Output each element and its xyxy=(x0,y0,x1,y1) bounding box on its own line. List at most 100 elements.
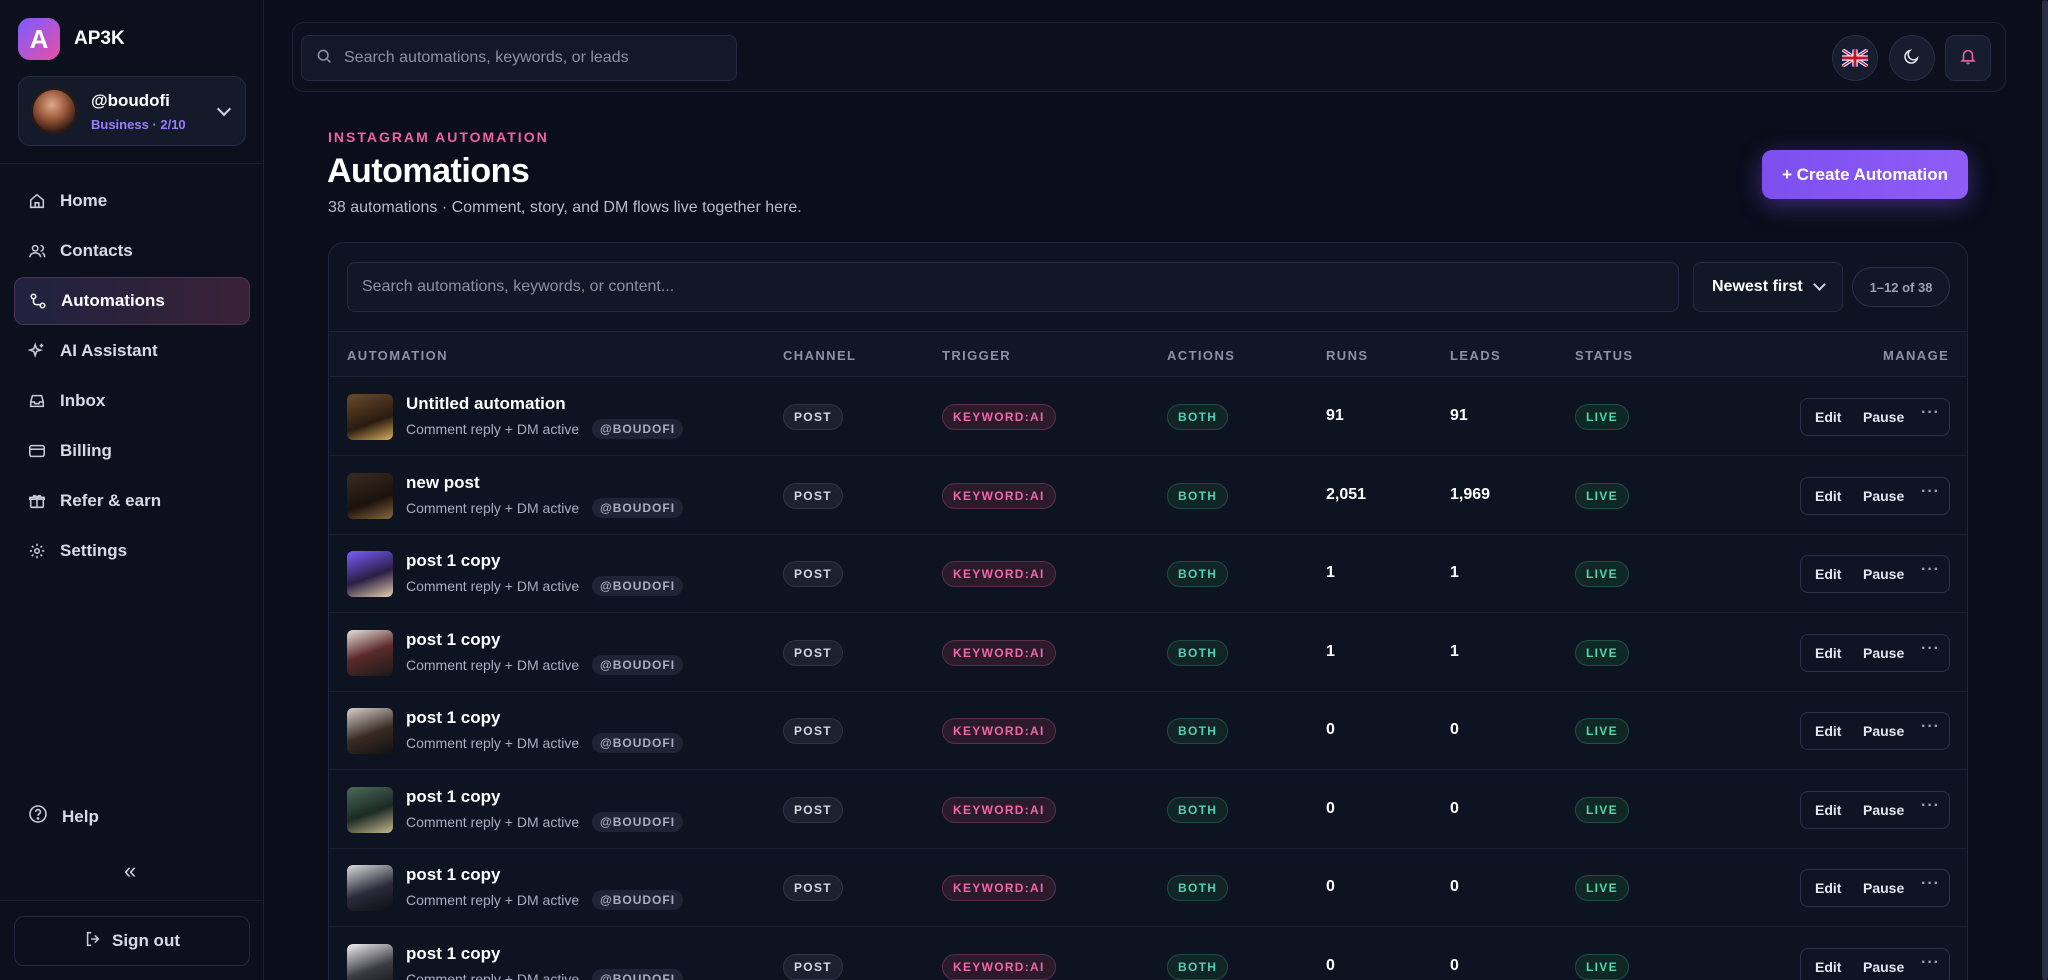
billing-icon xyxy=(28,442,46,460)
sidebar-item-billing[interactable]: Billing xyxy=(14,427,250,475)
help-icon xyxy=(28,804,48,829)
table-row[interactable]: new post Comment reply + DM active @BOUDOF… xyxy=(329,457,1967,535)
edit-button[interactable]: Edit xyxy=(1815,802,1841,818)
status-badge: LIVE xyxy=(1575,875,1629,901)
pause-button[interactable]: Pause xyxy=(1863,802,1904,818)
actions-badge: BOTH xyxy=(1167,482,1229,509)
table-row[interactable]: Untitled automation Comment reply + DM ac… xyxy=(329,378,1967,456)
account-handle-badge: @BOUDOFI xyxy=(592,497,684,518)
automation-description: Comment reply + DM active xyxy=(406,735,580,751)
sort-select[interactable]: Newest first xyxy=(1693,262,1843,312)
more-options-icon[interactable]: ··· xyxy=(1921,640,1940,658)
notifications-button[interactable] xyxy=(1945,35,1991,81)
pause-button[interactable]: Pause xyxy=(1863,488,1904,504)
automation-description: Comment reply + DM active xyxy=(406,421,580,437)
table-row[interactable]: post 1 copy Comment reply + DM active @BOU… xyxy=(329,928,1967,980)
table-row[interactable]: post 1 copy Comment reply + DM active @BOU… xyxy=(329,849,1967,927)
brand-logo: A xyxy=(18,18,60,60)
account-switcher[interactable]: @boudofi Business · 2/10 xyxy=(18,76,246,146)
automation-name[interactable]: post 1 copy xyxy=(406,865,500,885)
sidebar-item-contacts[interactable]: Contacts xyxy=(14,227,250,275)
runs-count: 1 xyxy=(1326,564,1335,581)
automation-name[interactable]: post 1 copy xyxy=(406,551,500,571)
list-search[interactable] xyxy=(347,262,1679,312)
sidebar-item-ai-assistant[interactable]: AI Assistant xyxy=(14,327,250,375)
scrollbar-thumb[interactable] xyxy=(2042,0,2048,980)
global-search-input[interactable] xyxy=(344,49,722,67)
edit-button[interactable]: Edit xyxy=(1815,645,1841,661)
edit-button[interactable]: Edit xyxy=(1815,488,1841,504)
post-thumbnail xyxy=(347,786,393,833)
automation-name[interactable]: Untitled automation xyxy=(406,394,566,414)
leads-count: 1,969 xyxy=(1450,485,1491,503)
automation-name[interactable]: post 1 copy xyxy=(406,944,500,964)
pause-button[interactable]: Pause xyxy=(1863,959,1904,975)
more-options-icon[interactable]: ··· xyxy=(1921,561,1940,579)
pause-button[interactable]: Pause xyxy=(1863,409,1904,425)
create-automation-button[interactable]: + Create Automation xyxy=(1762,150,1968,199)
brand-name: AP3K xyxy=(74,28,125,49)
pause-button[interactable]: Pause xyxy=(1863,880,1904,896)
trigger-badge: KEYWORD:AI xyxy=(942,404,1056,430)
automation-name[interactable]: post 1 copy xyxy=(406,787,500,807)
automation-name[interactable]: new post xyxy=(406,473,480,493)
edit-button[interactable]: Edit xyxy=(1815,409,1841,425)
account-handle-badge: @BOUDOFI xyxy=(592,654,684,675)
edit-button[interactable]: Edit xyxy=(1815,880,1841,896)
manage-group: Edit Pause ··· xyxy=(1800,555,1950,593)
pause-button[interactable]: Pause xyxy=(1863,566,1904,582)
more-options-icon[interactable]: ··· xyxy=(1921,404,1940,422)
trigger-badge: KEYWORD:AI xyxy=(942,796,1056,823)
status-badge: LIVE xyxy=(1575,796,1629,823)
status-badge: LIVE xyxy=(1575,404,1629,430)
table-row[interactable]: post 1 copy Comment reply + DM active @BOU… xyxy=(329,614,1967,692)
table-row[interactable]: post 1 copy Comment reply + DM active @BOU… xyxy=(329,535,1967,613)
sidebar-item-refer[interactable]: Refer & earn xyxy=(14,477,250,525)
more-options-icon[interactable]: ··· xyxy=(1921,797,1940,815)
table-row[interactable]: post 1 copy Comment reply + DM active @BOU… xyxy=(329,771,1967,849)
automation-name[interactable]: post 1 copy xyxy=(406,708,500,728)
actions-badge: BOTH xyxy=(1167,404,1229,430)
language-button[interactable] xyxy=(1832,35,1878,81)
more-options-icon[interactable]: ··· xyxy=(1921,483,1940,501)
automations-icon xyxy=(29,292,47,310)
pagination-range: 1–12 of 38 xyxy=(1852,267,1950,307)
more-options-icon[interactable]: ··· xyxy=(1921,718,1940,736)
brand[interactable]: A AP3K xyxy=(18,18,125,60)
pause-button[interactable]: Pause xyxy=(1863,723,1904,739)
pause-button[interactable]: Pause xyxy=(1863,645,1904,661)
sidebar-item-label: Contacts xyxy=(60,241,133,260)
channel-badge: POST xyxy=(783,482,843,509)
sidebar-item-home[interactable]: Home xyxy=(14,177,250,225)
manage-group: Edit Pause ··· xyxy=(1800,398,1950,436)
manage-group: Edit Pause ··· xyxy=(1800,712,1950,750)
post-thumbnail xyxy=(347,472,393,519)
automation-name[interactable]: post 1 copy xyxy=(406,630,500,650)
collapse-sidebar-icon[interactable]: « xyxy=(124,858,136,884)
table-row[interactable]: post 1 copy Comment reply + DM active @BOU… xyxy=(329,692,1967,770)
sparkle-icon xyxy=(28,342,46,360)
channel-badge: POST xyxy=(783,953,843,980)
global-search[interactable] xyxy=(301,35,737,81)
automation-description: Comment reply + DM active xyxy=(406,656,580,673)
help-link[interactable]: Help xyxy=(28,804,99,829)
sidebar-item-automations[interactable]: Automations xyxy=(14,277,250,325)
column-header: STATUS xyxy=(1575,348,1634,363)
channel-badge: POST xyxy=(783,639,843,666)
edit-button[interactable]: Edit xyxy=(1815,723,1841,739)
leads-count: 1 xyxy=(1450,564,1459,581)
leads-count: 0 xyxy=(1450,799,1459,817)
list-search-input[interactable] xyxy=(362,278,1664,296)
edit-button[interactable]: Edit xyxy=(1815,959,1841,975)
more-options-icon[interactable]: ··· xyxy=(1921,875,1940,893)
page-scrollbar[interactable] xyxy=(2042,0,2048,980)
sign-out-button[interactable]: Sign out xyxy=(14,916,250,966)
sidebar-item-settings[interactable]: Settings xyxy=(14,527,250,575)
more-options-icon[interactable]: ··· xyxy=(1921,954,1940,972)
account-handle-badge: @BOUDOFI xyxy=(592,576,684,596)
sidebar-divider xyxy=(0,163,263,164)
theme-toggle-button[interactable] xyxy=(1889,35,1935,81)
sidebar-item-inbox[interactable]: Inbox xyxy=(14,377,250,425)
edit-button[interactable]: Edit xyxy=(1815,566,1841,582)
runs-count: 2,051 xyxy=(1326,485,1367,503)
